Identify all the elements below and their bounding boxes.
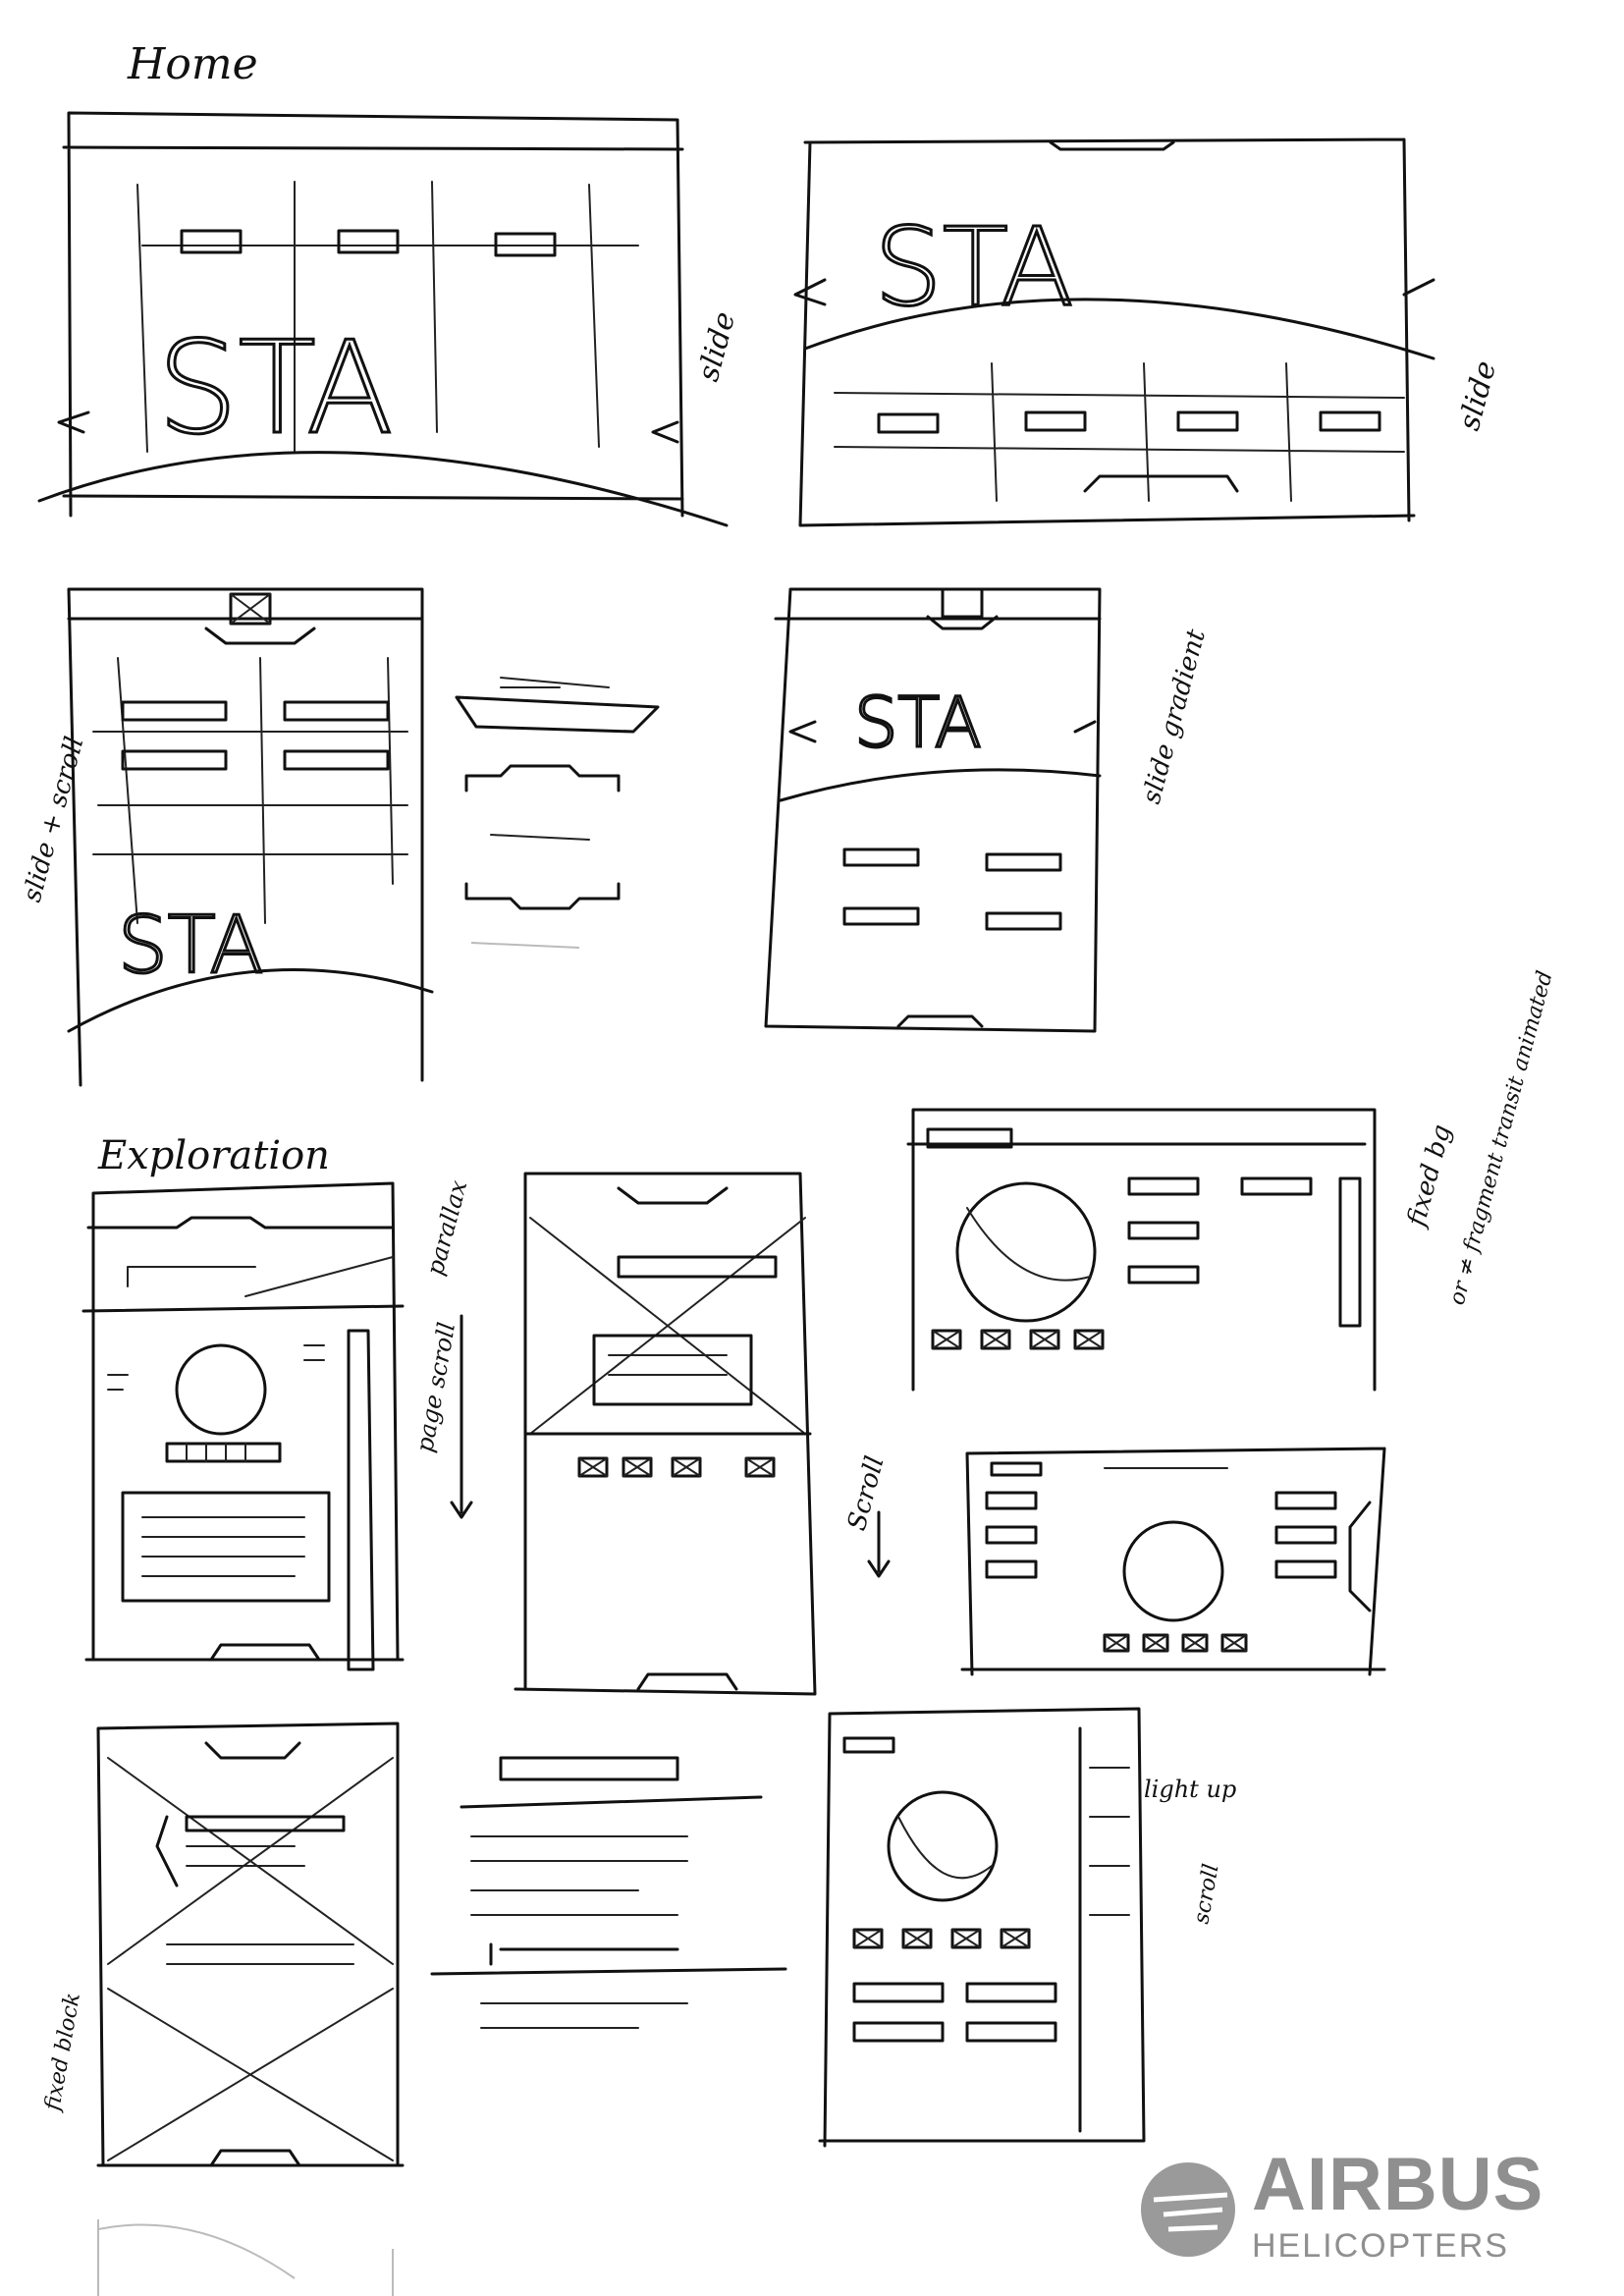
- wireframe-explore-5: [96, 1722, 405, 2167]
- wireframe-explore-1: [81, 1181, 405, 1671]
- home-logo-text-2: STA: [874, 204, 1074, 330]
- note-slide-2: slide: [1452, 357, 1503, 434]
- wireframe-home-desktop-2: STA: [793, 137, 1435, 527]
- wireframe-explore-3: [906, 1108, 1377, 1392]
- wireframe-explore-6: [818, 1707, 1146, 2148]
- faint-partial-sketch: [97, 2219, 394, 2296]
- wireframe-explore-4: [960, 1447, 1386, 1676]
- brand-name: AIRBUS: [1252, 2143, 1544, 2226]
- section-label-exploration: Exploration: [97, 1133, 330, 1178]
- wireframe-home-tablet-1: STA: [67, 587, 434, 1087]
- note-fixed-block: fixed block: [40, 1991, 85, 2114]
- note-slide-gradient: slide gradient: [1137, 626, 1212, 806]
- note-slide-1: slide: [691, 308, 742, 385]
- wireframe-menu-sketch: [455, 677, 660, 949]
- note-fixed-bg: fixed bg: [1401, 1121, 1457, 1231]
- note-scroll-slide: slide + scroll: [18, 734, 90, 905]
- mobile-logo-text: STA: [854, 683, 982, 763]
- tablet-logo-text: STA: [118, 900, 263, 991]
- brand-subtitle: HELICOPTERS: [1252, 2227, 1509, 2265]
- sketch-sheet: Home STA slide STA slide STA slide + scr…: [18, 39, 1558, 2296]
- wireframe-list-sketch: [430, 1756, 787, 2029]
- section-label-home: Home: [127, 39, 258, 89]
- wireframe-home-desktop-1: STA: [37, 111, 729, 527]
- home-logo-text: STA: [157, 313, 394, 463]
- note-scroll-2: scroll: [1189, 1862, 1223, 1926]
- note-scroll: Scroll: [842, 1453, 891, 1534]
- wireframe-home-mobile: STA: [764, 587, 1102, 1033]
- airbus-logo-mark-icon: [1141, 2162, 1235, 2257]
- note-parallax: parallax: [421, 1177, 473, 1279]
- note-light-up: light up: [1144, 1776, 1236, 1803]
- wireframe-explore-2: [514, 1172, 817, 1696]
- note-or-fragment: or ≠ fragment transit animated: [1445, 968, 1558, 1307]
- note-page-scroll: page scroll: [410, 1320, 460, 1454]
